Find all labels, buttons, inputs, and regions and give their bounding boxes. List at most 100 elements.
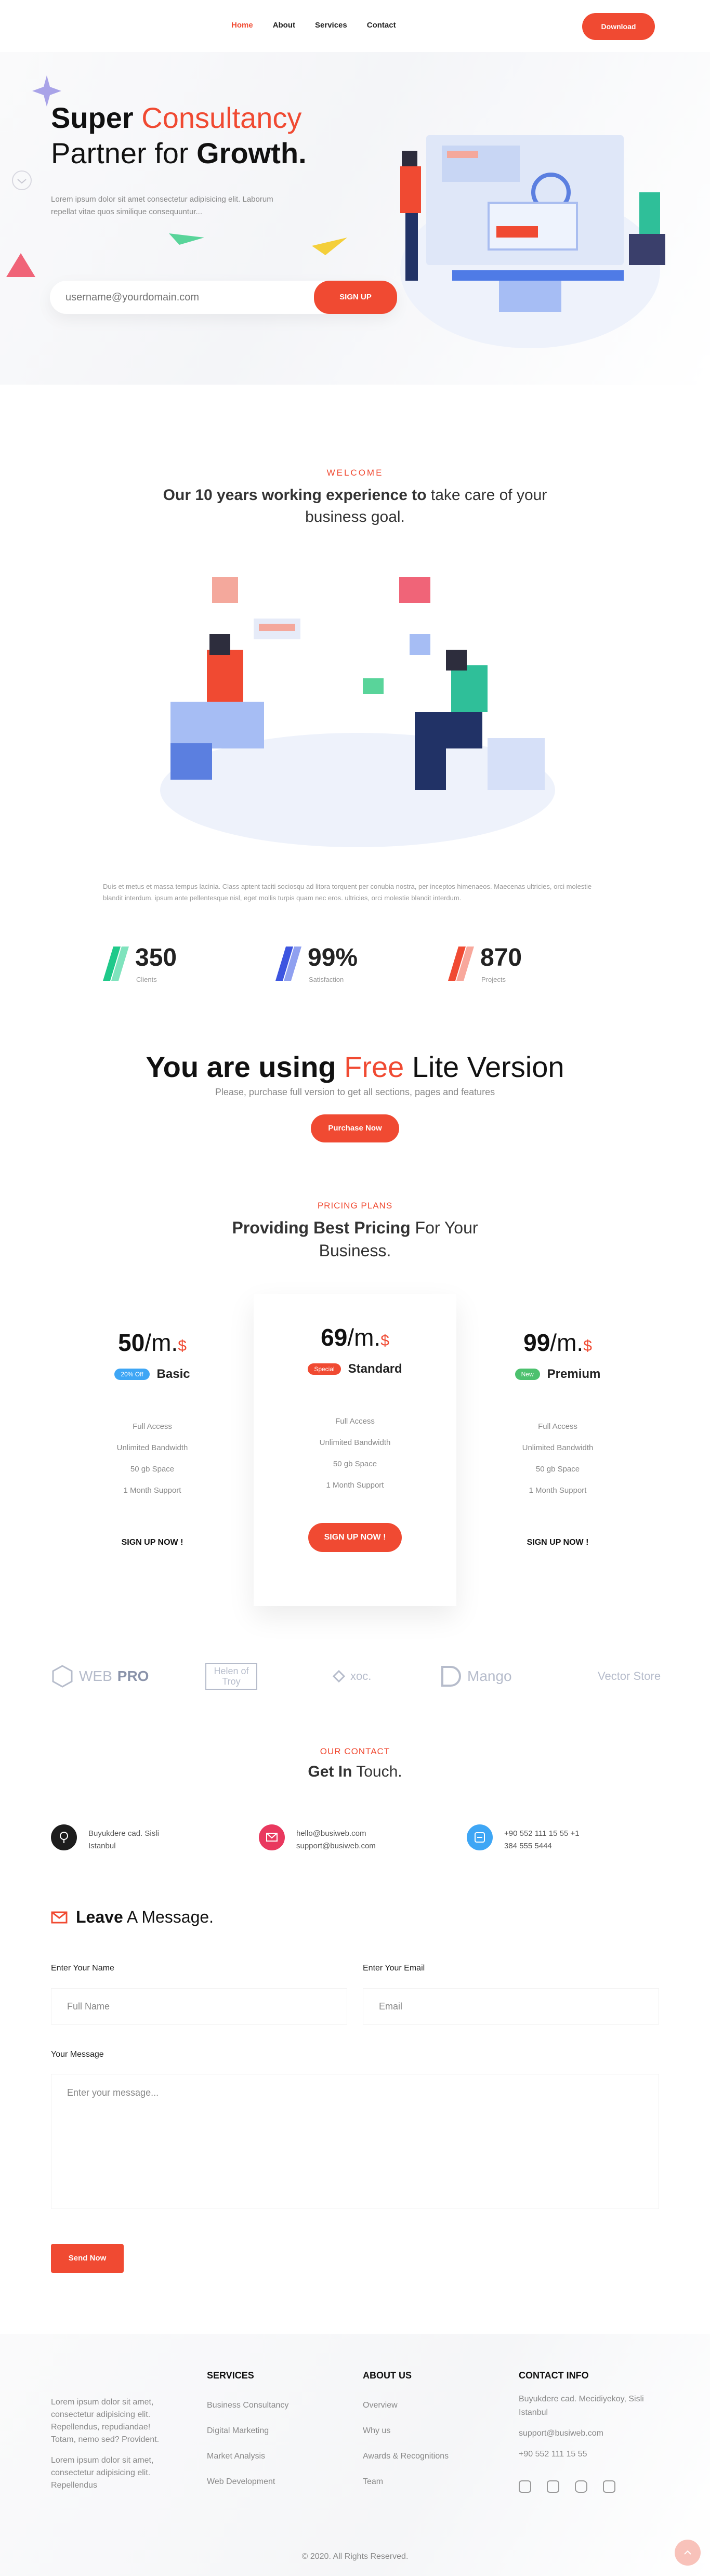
contact-address: Buyukdere cad. Sisli Istanbul (51, 1824, 217, 1856)
stat-projects: 870 Projects (448, 943, 562, 990)
contact-title: Get In Touch. (308, 1763, 402, 1780)
footer-services: SERVICES Business Consultancy Digital Ma… (207, 2370, 288, 2494)
pricing-card-standard: 69/m.$ Special Standard Full Access Unlim… (254, 1294, 456, 1606)
footer-link[interactable]: Business Consultancy (207, 2393, 288, 2418)
phone-icon (467, 1824, 493, 1850)
welcome-section: WELCOME Our 10 years working experience … (0, 468, 710, 902)
signup-premium-button[interactable]: SIGN UP NOW ! (511, 1528, 604, 1557)
welcome-eyebrow: WELCOME (326, 468, 384, 478)
paper-plane-yellow (312, 238, 347, 255)
plan-feature: 50 gb Space (130, 1465, 175, 1474)
footer-link[interactable]: Awards & Recognitions (363, 2443, 449, 2469)
footer-link[interactable]: Overview (363, 2393, 449, 2418)
plan-feature: Unlimited Bandwidth (319, 1438, 391, 1447)
linkedin-icon[interactable] (603, 2480, 615, 2493)
welcome-illustration (160, 577, 555, 847)
plan-feature: 1 Month Support (123, 1486, 181, 1495)
name-input[interactable]: Full Name (51, 1988, 347, 2025)
stat-satisfaction-icon (275, 947, 301, 981)
message-form-title: Leave A Message. (51, 1908, 214, 1927)
plan-feature: 50 gb Space (535, 1465, 580, 1474)
plan-name: Premium (547, 1367, 601, 1381)
stat-projects-icon (448, 947, 474, 981)
instagram-icon[interactable] (575, 2480, 587, 2493)
client-logo-webpro[interactable]: WEB PRO (51, 1653, 149, 1700)
footer-link[interactable]: Why us (363, 2418, 449, 2443)
hero-title: Super Consultancy Partner for Growth. (51, 101, 307, 169)
pricing-title: Providing Best Pricing For Your Business… (232, 1218, 478, 1260)
client-logos: WEB PRO Helen of Troy xoc. Mango Vector S… (0, 1653, 710, 1700)
nav-item-home[interactable]: Home (231, 21, 253, 30)
stat-label: Satisfaction (309, 976, 344, 983)
pricing-card-basic: 50/m.$ 20% Off Basic Full Access Unlimite… (51, 1299, 254, 1601)
plan-feature: Full Access (335, 1417, 375, 1426)
footer-link[interactable]: Team (363, 2469, 449, 2494)
signup-basic-button[interactable]: SIGN UP NOW ! (106, 1528, 199, 1557)
contact-email: hello@busiweb.com support@busiweb.com (259, 1824, 425, 1856)
plan-feature: Unlimited Bandwidth (522, 1443, 594, 1452)
phone-text: +90 552 111 15 55 +1 384 555 5444 (504, 1829, 580, 1850)
plan-price: 69/m.$ (321, 1324, 389, 1351)
stats-row: 350 Clients 99% Satisfaction 870 Project… (103, 943, 607, 990)
diamond-icon (333, 1670, 345, 1683)
client-logo-helen[interactable]: Helen of Troy (205, 1653, 257, 1700)
twitter-icon[interactable] (547, 2480, 559, 2493)
location-pin-icon (51, 1824, 77, 1850)
stat-value: 350 (135, 944, 177, 971)
footer-about-links: ABOUT US Overview Why us Awards & Recogn… (363, 2370, 449, 2494)
contact-section: OUR CONTACT Get In Touch. (0, 1746, 710, 1783)
stat-clients: 350 Clients (103, 943, 217, 990)
scroll-to-top-button[interactable] (675, 2540, 701, 2566)
email-text[interactable]: hello@busiweb.com support@busiweb.com (296, 1828, 385, 1852)
copyright: © 2020. All Rights Reserved. (301, 2552, 409, 2561)
footer: Lorem ipsum dolor sit amet, consectetur … (0, 2334, 710, 2576)
send-button[interactable]: Send Now (51, 2244, 124, 2273)
nav-item-about[interactable]: About (273, 21, 295, 30)
contact-eyebrow: OUR CONTACT (320, 1746, 390, 1756)
pricing-eyebrow: PRICING PLANS (317, 1201, 393, 1211)
stat-clients-icon (103, 947, 129, 981)
message-textarea[interactable]: Enter your message... (51, 2074, 659, 2209)
footer-link[interactable]: Web Development (207, 2469, 288, 2494)
plan-badge: Special (308, 1363, 341, 1375)
main-menu: Home About Services Contact (231, 21, 396, 30)
download-button[interactable]: Download (582, 13, 655, 40)
social-links (519, 2480, 615, 2493)
footer-phone: +90 552 111 15 55 (519, 2450, 587, 2459)
signup-form: SIGN UP (50, 281, 397, 314)
top-navigation: Home About Services Contact Download (0, 0, 710, 52)
nav-item-contact[interactable]: Contact (367, 21, 396, 30)
plan-price: 99/m.$ (523, 1329, 592, 1356)
footer-about: Lorem ipsum dolor sit amet, consectetur … (51, 2398, 160, 2490)
purchase-button[interactable]: Purchase Now (311, 1114, 399, 1142)
nav-item-services[interactable]: Services (315, 21, 347, 30)
plan-price: 50/m.$ (118, 1329, 187, 1356)
plan-badge: 20% Off (114, 1369, 150, 1380)
email-input[interactable] (65, 287, 299, 308)
chevron-up-icon (684, 2550, 691, 2555)
client-logo-vector[interactable]: Vector Store (598, 1653, 661, 1700)
envelope-icon (259, 1824, 285, 1850)
plan-feature: Full Access (133, 1422, 172, 1431)
signup-standard-button[interactable]: SIGN UP NOW ! (308, 1523, 402, 1552)
chevron-circle-icon (12, 170, 32, 190)
client-logo-xoc[interactable]: xoc. (333, 1653, 371, 1700)
plan-feature: 1 Month Support (529, 1486, 587, 1495)
message-label: Your Message (51, 2050, 104, 2059)
facebook-icon[interactable] (519, 2480, 531, 2493)
contact-phone: +90 552 111 15 55 +1 384 555 5444 (467, 1824, 633, 1856)
footer-link[interactable]: Market Analysis (207, 2443, 288, 2469)
plan-features: Full Access Unlimited Bandwidth 50 gb Sp… (254, 1411, 456, 1496)
plan-feature: Full Access (538, 1422, 577, 1431)
lite-version-banner: You are using Free Lite Version Please, … (0, 1050, 710, 1142)
footer-address: Buyukdere cad. Mecidiyekoy, Sisli Istanb… (519, 2395, 644, 2417)
client-logo-mango[interactable]: Mango (439, 1653, 512, 1700)
envelope-icon (51, 1911, 68, 1923)
stat-satisfaction: 99% Satisfaction (275, 943, 390, 990)
footer-email[interactable]: support@busiweb.com (519, 2427, 654, 2440)
hexagon-icon (52, 1665, 73, 1688)
email-input[interactable]: Email (363, 1988, 659, 2025)
footer-link[interactable]: Digital Marketing (207, 2418, 288, 2443)
lite-subtitle: Please, purchase full version to get all… (215, 1087, 495, 1097)
email-label: Enter Your Email (363, 1964, 425, 1973)
